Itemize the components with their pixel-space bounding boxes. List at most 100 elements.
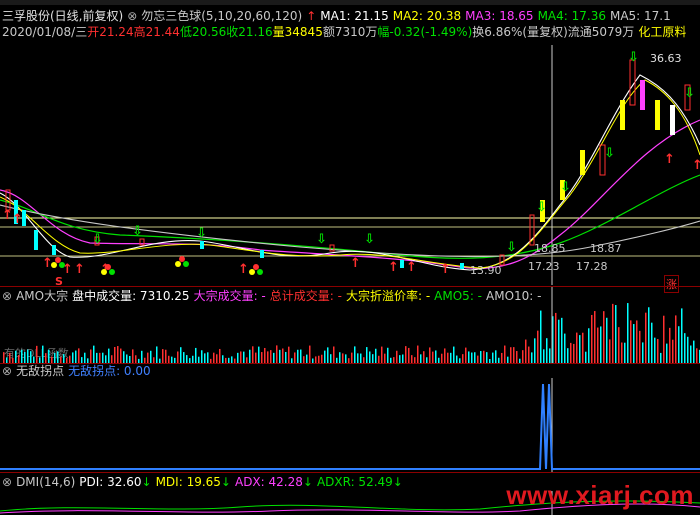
inflection-panel[interactable]: ⊗ 无敌拐点 无敌拐点: 0.00 <box>0 364 700 472</box>
amo-bar <box>237 352 239 363</box>
amo-bar <box>222 355 224 363</box>
amo-bar <box>603 311 605 363</box>
dmi-panel[interactable]: ⊗ DMI(14,6) PDI: 32.60↓ MDI: 19.65↓ ADX: 42.… <box>0 473 700 515</box>
svg-text:↑: ↑ <box>74 262 85 277</box>
price-label-b: 18.87 <box>590 242 622 255</box>
amo-bar <box>456 355 458 363</box>
amo-bar <box>588 328 590 363</box>
amo-bar <box>147 352 149 363</box>
amo-bar <box>411 355 413 363</box>
amo-bar <box>63 354 65 363</box>
svg-text:⇩: ⇩ <box>628 50 639 65</box>
svg-text:⇩: ⇩ <box>196 226 207 241</box>
price-label-d: 17.28 <box>576 260 608 273</box>
amo-bar <box>306 354 308 363</box>
amo-bar <box>24 352 26 363</box>
amo-bar <box>129 355 131 363</box>
amo-bar <box>273 352 275 363</box>
amo-bar <box>486 352 488 363</box>
amo-bar <box>540 310 542 363</box>
amo-bar <box>624 342 626 363</box>
price-panel[interactable]: 三孚股份(日线,前复权) ⊗ 勿忘三色球(5,10,20,60,120) ↑ MA1: … <box>0 5 700 293</box>
amo-bar <box>141 350 143 363</box>
amo-bar <box>93 345 95 363</box>
amo-bar <box>495 350 497 363</box>
amo-bar <box>279 349 281 363</box>
amo-bar <box>42 345 44 363</box>
amo-bar <box>384 353 386 363</box>
amo-bar <box>690 345 692 363</box>
amo-bar <box>375 348 377 363</box>
amo-bar <box>408 347 410 363</box>
svg-text:↑: ↑ <box>692 158 700 173</box>
amo-bar <box>453 346 455 363</box>
amo-bar <box>285 351 287 363</box>
amo-bar <box>600 326 602 363</box>
amo-panel[interactable]: ⊗ AMO大宗 盘中成交量: 7310.25 大宗成交量: - 总计成交量: - 大宗折溢… <box>0 287 700 363</box>
amo-bar <box>402 354 404 363</box>
amo-bar <box>288 346 290 363</box>
amo-bar <box>423 351 425 363</box>
amo-bar <box>573 343 575 363</box>
amo-bar <box>303 356 305 363</box>
amo-bar <box>264 347 266 363</box>
amo-bar <box>555 312 557 363</box>
amo-bar <box>579 335 581 363</box>
amo-bar <box>696 348 698 363</box>
amo-bar <box>45 353 47 363</box>
amo-bar <box>180 347 182 363</box>
amo-bar <box>663 315 665 363</box>
amo-bar <box>594 311 596 363</box>
amo-bar <box>132 349 134 363</box>
amo-bar <box>450 352 452 363</box>
svg-text:⇩: ⇩ <box>364 232 375 247</box>
amo-bar <box>591 314 593 363</box>
amo-bar <box>645 312 647 363</box>
amo-bar <box>585 351 587 363</box>
amo-bar <box>648 307 650 363</box>
svg-text:⇩: ⇩ <box>506 240 517 255</box>
amo-bar <box>642 342 644 363</box>
amo-bar <box>105 355 107 363</box>
price-high-label: 36.63 <box>650 52 682 65</box>
amo-bar <box>504 345 506 363</box>
inflection-line <box>0 378 700 472</box>
amo-bar <box>630 320 632 363</box>
amo-bar <box>657 338 659 363</box>
amo-bar <box>3 352 5 363</box>
amo-bar <box>654 337 656 363</box>
amo-bar <box>342 353 344 363</box>
amo-bar <box>21 349 23 363</box>
svg-text:⇩: ⇩ <box>684 86 695 101</box>
amo-bar <box>261 352 263 363</box>
svg-text:⇩: ⇩ <box>536 200 547 215</box>
amo-bar <box>240 351 242 363</box>
amo-bar <box>567 348 569 363</box>
amo-bar <box>462 354 464 363</box>
amo-bar <box>360 353 362 363</box>
amo-bar <box>474 352 476 363</box>
amo-bar <box>432 351 434 363</box>
amo-bar <box>366 347 368 363</box>
amo-bar <box>339 352 341 363</box>
amo-bar <box>672 339 674 363</box>
amo-bar <box>492 352 494 363</box>
amo-bar <box>30 351 32 363</box>
amo-bar <box>78 348 80 363</box>
svg-text:↑: ↑ <box>42 256 53 271</box>
amo-bar <box>69 355 71 363</box>
svg-text:↑: ↑ <box>440 262 451 277</box>
amo-bar <box>15 350 17 363</box>
amo-bar <box>522 350 524 363</box>
amo-bar <box>612 303 614 363</box>
watermark: www.xiarj.com <box>506 480 694 510</box>
amo-bar <box>636 320 638 363</box>
amo-bar <box>570 342 572 363</box>
amo-bar <box>57 351 59 363</box>
amo-bar <box>534 338 536 363</box>
amo-bar <box>165 349 167 363</box>
amo-bar <box>162 349 164 363</box>
amo-bar <box>444 348 446 363</box>
price-label-c: 17.23 <box>528 260 560 273</box>
amo-bar <box>324 350 326 363</box>
